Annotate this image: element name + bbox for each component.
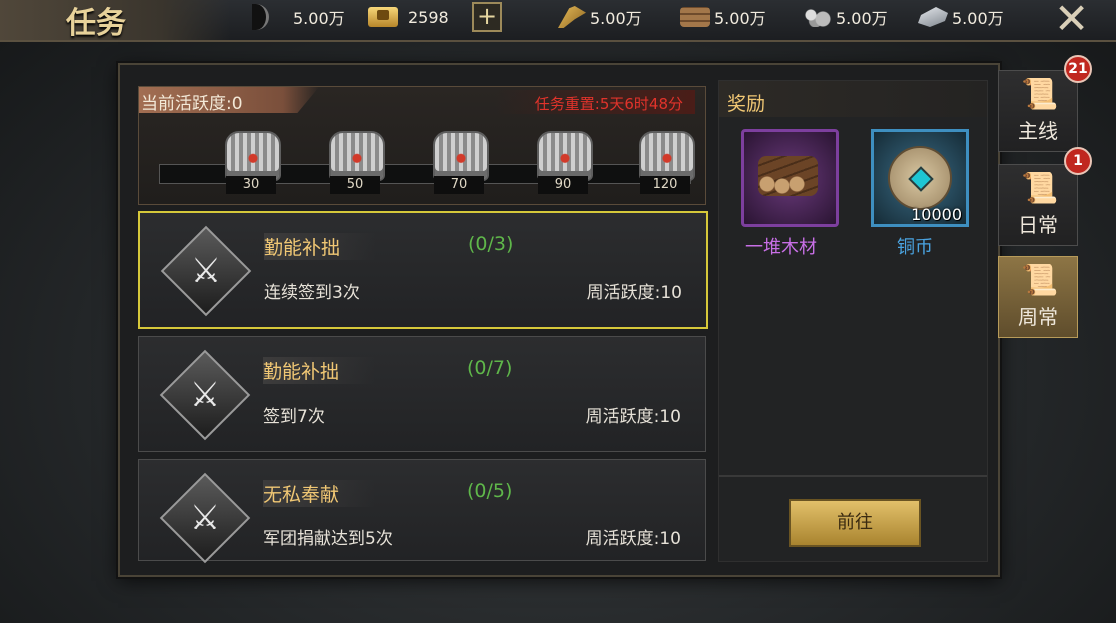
reward-chest-icon[interactable] <box>639 131 695 181</box>
reward-item-qty: 10000 <box>911 205 962 224</box>
resource-value: 5.00万 <box>293 9 345 28</box>
reset-timer: 任务重置:5天6时48分 <box>534 95 683 113</box>
milestone-label: 50 <box>330 176 380 194</box>
wood-icon <box>680 7 710 27</box>
reward-heading: 奖励 <box>727 93 766 115</box>
reward-chest-icon[interactable] <box>537 131 593 181</box>
task-reward: 周活跃度:10 <box>585 529 681 549</box>
task-emblem-icon: ⚔ <box>159 349 251 441</box>
task-name: 勤能补拙 <box>263 357 376 384</box>
resource-value: 5.00万 <box>714 9 766 28</box>
top-bar: 任务 5.00万 2598 + 5.00万 5.00万 5.00万 5.00万 … <box>0 0 1116 43</box>
task-description: 连续签到3次 <box>264 283 360 303</box>
reward-chest-icon[interactable] <box>329 131 385 181</box>
close-button[interactable]: ✕ <box>1054 0 1089 43</box>
resource-value: 5.00万 <box>952 9 1004 28</box>
tab-label: 周常 <box>1018 305 1058 329</box>
copper-coin-icon <box>888 146 952 210</box>
resource-iron: 5.00万 <box>918 6 1004 28</box>
task-description: 军团捐献达到5次 <box>263 529 393 549</box>
scroll-icon: 📜 <box>1021 77 1059 112</box>
reward-chest-icon[interactable] <box>433 131 489 181</box>
tab-main-quest[interactable]: 📜 主线 <box>998 70 1078 152</box>
scroll-icon: 📜 <box>1021 171 1059 206</box>
task-progress: (0/3) <box>468 233 514 255</box>
moon-icon <box>252 4 269 30</box>
milestone-label: 90 <box>538 176 588 194</box>
wood-pile-icon <box>758 156 818 196</box>
reward-item-coin[interactable]: 10000 <box>871 129 969 227</box>
task-card[interactable]: ⚔ 勤能补拙 (0/3) 连续签到3次 周活跃度:10 <box>138 211 708 329</box>
scroll-icon: 📜 <box>1021 263 1059 298</box>
milestone-label: 70 <box>434 176 484 194</box>
resource-wood: 5.00万 <box>680 6 766 28</box>
resource-value: 2598 <box>408 7 449 27</box>
task-name: 勤能补拙 <box>264 233 377 260</box>
gold-ingot-icon <box>368 7 398 27</box>
grain-icon <box>558 6 586 28</box>
resource-gold: 2598 <box>368 6 449 28</box>
reward-item-name: 铜币 <box>897 237 933 258</box>
tab-label: 日常 <box>1018 213 1058 237</box>
reward-chest-icon[interactable] <box>225 131 281 181</box>
reward-item-name: 一堆木材 <box>745 237 817 258</box>
task-emblem-icon: ⚔ <box>160 225 252 317</box>
tab-weekly[interactable]: 📜 周常 <box>998 256 1078 338</box>
page-title: 任务 <box>66 6 126 41</box>
task-card[interactable]: ⚔ 无私奉献 (0/5) 军团捐献达到5次 周活跃度:10 <box>138 459 706 564</box>
milestone-label: 30 <box>226 176 276 194</box>
task-progress: (0/7) <box>467 357 513 379</box>
notification-badge: 1 <box>1064 147 1092 175</box>
task-reward: 周活跃度:10 <box>585 407 681 427</box>
resource-stone: 5.00万 <box>802 6 888 28</box>
notification-badge: 21 <box>1064 55 1092 83</box>
current-activity-label: 当前活跃度:0 <box>141 94 243 114</box>
task-emblem-icon: ⚔ <box>159 472 251 564</box>
task-reward: 周活跃度:10 <box>586 283 682 303</box>
milestone-label: 120 <box>640 176 690 194</box>
resource-value: 5.00万 <box>836 9 888 28</box>
reward-panel: 奖励 一堆木材 10000 铜币 前往 <box>718 80 988 562</box>
task-name: 无私奉献 <box>263 480 376 507</box>
resource-value: 5.00万 <box>590 9 642 28</box>
stone-icon <box>802 7 832 27</box>
recharge-plus-button[interactable]: + <box>472 2 502 32</box>
resource-moon: 5.00万 <box>252 4 345 30</box>
divider <box>719 475 987 477</box>
activity-section: 当前活跃度:0 任务重置:5天6时48分 30 50 70 90 120 <box>138 86 706 205</box>
go-button[interactable]: 前往 <box>789 499 921 547</box>
resource-grain: 5.00万 <box>558 6 642 28</box>
iron-icon <box>918 7 948 27</box>
task-progress: (0/5) <box>467 480 513 502</box>
tab-label: 主线 <box>1018 119 1058 143</box>
reward-item-wood[interactable] <box>741 129 839 227</box>
task-card[interactable]: ⚔ 勤能补拙 (0/7) 签到7次 周活跃度:10 <box>138 336 706 452</box>
tab-daily[interactable]: 📜 日常 <box>998 164 1078 246</box>
task-description: 签到7次 <box>263 407 325 427</box>
